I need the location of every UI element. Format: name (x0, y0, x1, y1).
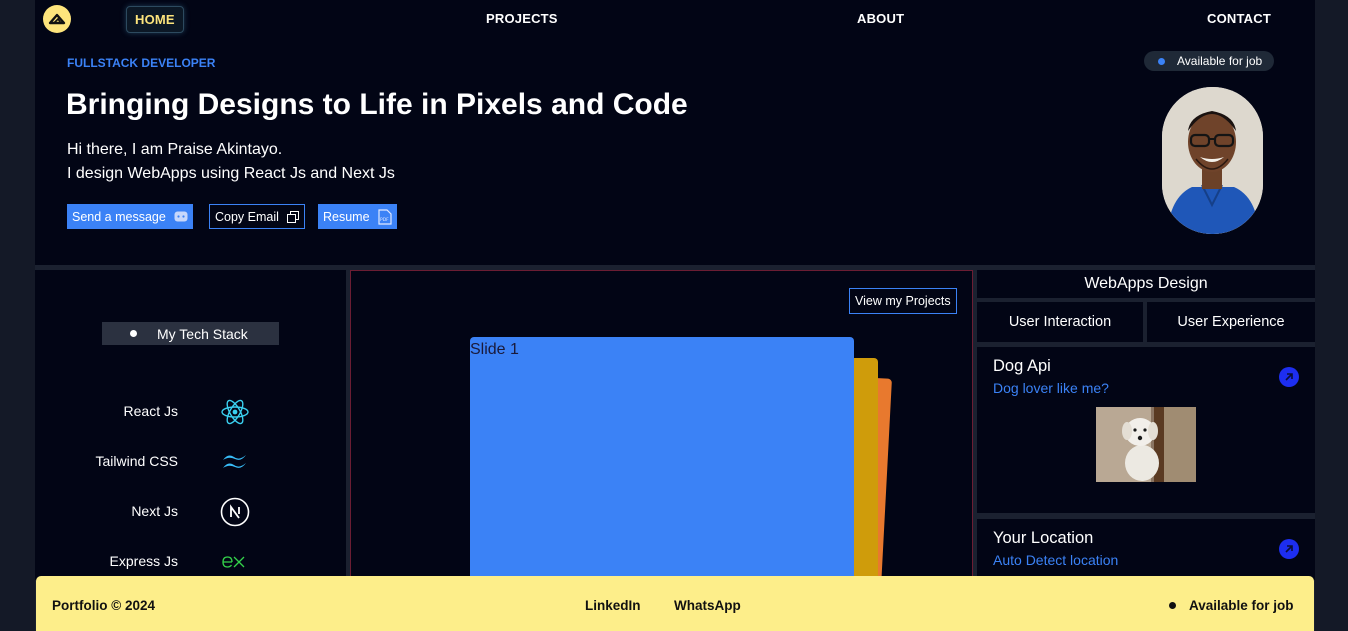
hero-intro: Hi there, I am Praise Akintayo. I design… (67, 138, 395, 186)
view-projects-button[interactable]: View my Projects (849, 288, 957, 314)
tech-label: Next Js (131, 503, 178, 519)
express-icon (222, 556, 245, 568)
tech-item: Express Js (35, 547, 346, 577)
resume-label: Resume (323, 209, 370, 224)
location-link[interactable]: Auto Detect location (993, 552, 1118, 568)
tech-label: Tailwind CSS (95, 453, 178, 469)
location-title: Your Location (993, 529, 1094, 547)
send-message-button[interactable]: Send a message (67, 204, 193, 229)
chat-icon (174, 211, 188, 221)
dog-photo (1096, 407, 1196, 482)
copy-icon (286, 210, 299, 223)
location-open-button[interactable] (1279, 539, 1299, 559)
nav-home[interactable]: HOME (126, 6, 184, 33)
intro-line-2: I design WebApps using React Js and Next… (67, 165, 395, 182)
dog-api-card: Dog Api Dog lover like me? (977, 347, 1315, 513)
projects-card: View my Projects Slide 1 (350, 270, 973, 583)
tag-user-experience: User Experience (1147, 302, 1315, 342)
project-slide[interactable]: Slide 1 (470, 337, 854, 581)
tech-stack-header: My Tech Stack (102, 322, 279, 345)
svg-text:PDF: PDF (380, 217, 389, 223)
intro-line-1: Hi there, I am Praise Akintayo. (67, 141, 283, 158)
role-eyebrow: FULLSTACK DEVELOPER (67, 56, 216, 70)
footer-linkedin-link[interactable]: LinkedIn (585, 598, 641, 613)
tag-user-interaction: User Interaction (977, 302, 1143, 342)
portrait-illustration (1162, 87, 1263, 234)
nav-contact[interactable]: CONTACT (1207, 11, 1271, 26)
footer-status-dot (1169, 602, 1176, 609)
footer-whatsapp-link[interactable]: WhatsApp (674, 598, 741, 613)
footer-availability: Available for job (1189, 598, 1294, 613)
tech-item: Next Js (35, 497, 346, 527)
nav-projects[interactable]: PROJECTS (486, 11, 558, 26)
tech-stack-title: My Tech Stack (157, 325, 248, 342)
footer-copyright: Portfolio © 2024 (52, 598, 155, 613)
status-dot (1158, 57, 1165, 65)
copy-email-label: Copy Email (215, 209, 279, 224)
availability-label: Available for job (1177, 54, 1263, 68)
location-card: Your Location Auto Detect location (977, 519, 1315, 580)
footer: Portfolio © 2024 LinkedIn WhatsApp Avail… (36, 576, 1314, 631)
availability-badge: Available for job (1144, 51, 1275, 71)
tech-item: React Js (35, 397, 346, 427)
top-nav: HOME PROJECTS ABOUT CONTACT (35, 0, 1315, 38)
tech-label: React Js (123, 403, 178, 419)
tailwind-icon (223, 455, 246, 468)
resume-button[interactable]: Resume PDF (318, 204, 397, 229)
slide-label: Slide 1 (470, 341, 519, 358)
nextjs-icon (220, 497, 250, 527)
hero-section: FULLSTACK DEVELOPER Bringing Designs to … (35, 38, 1315, 265)
arrow-up-right-icon (1285, 373, 1293, 381)
react-icon (221, 399, 249, 425)
tag-webapps-design: WebApps Design (977, 270, 1315, 298)
page-frame: HOME PROJECTS ABOUT CONTACT FULLSTACK DE… (35, 0, 1315, 631)
dog-illustration (1096, 407, 1196, 482)
send-message-label: Send a message (72, 209, 166, 224)
tech-item: Tailwind CSS (35, 447, 346, 477)
dog-api-title: Dog Api (993, 357, 1051, 375)
dog-api-link[interactable]: Dog lover like me? (993, 380, 1109, 396)
avatar (1162, 87, 1263, 234)
nav-about[interactable]: ABOUT (857, 11, 904, 26)
logo[interactable] (43, 5, 71, 33)
tech-label: Express Js (109, 553, 178, 569)
dog-api-open-button[interactable] (1279, 367, 1299, 387)
header-dot (130, 330, 137, 337)
pdf-icon: PDF (377, 208, 392, 225)
copy-email-button[interactable]: Copy Email (209, 204, 305, 229)
mountain-icon (48, 13, 66, 25)
tech-stack-card: My Tech Stack React Js Tailwind CSS Next… (35, 270, 346, 580)
arrow-up-right-icon (1285, 545, 1293, 553)
hero-headline: Bringing Designs to Life in Pixels and C… (66, 88, 688, 121)
